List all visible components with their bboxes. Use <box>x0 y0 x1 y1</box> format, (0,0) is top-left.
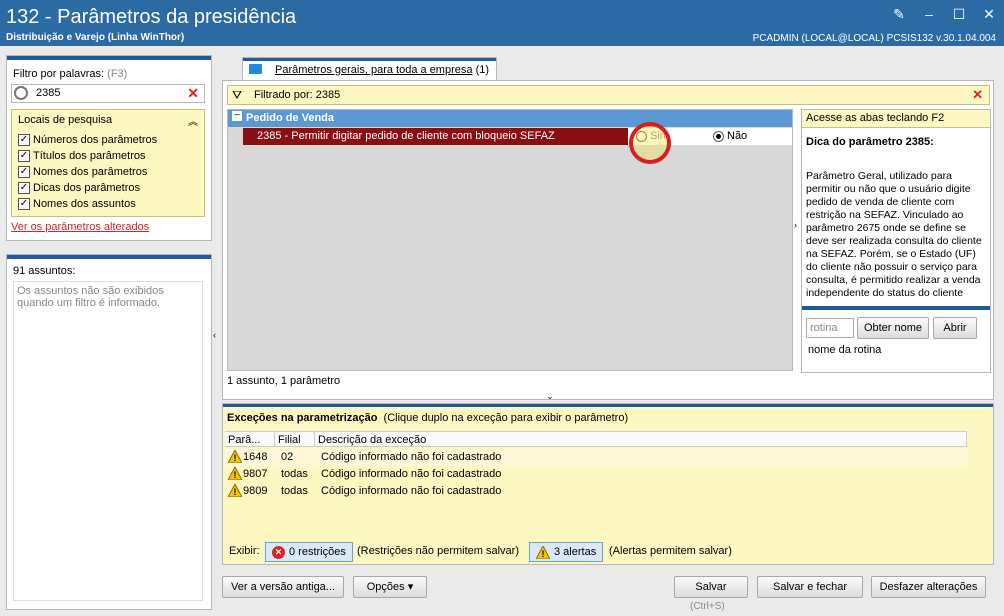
vertical-splitter[interactable]: ‹ <box>213 296 221 418</box>
collapse-icon[interactable]: − <box>232 111 242 121</box>
tip-panel: Acesse as abas teclando F2 Dica do parâm… <box>794 109 991 373</box>
expand-right-icon[interactable]: › <box>794 220 797 230</box>
rotina-name: nome da rotina <box>808 344 882 356</box>
subjects-panel: 91 assuntos: Os assuntos não são exibido… <box>6 254 212 610</box>
svg-text:!: ! <box>234 453 237 463</box>
tab-count: (1) <box>475 64 490 76</box>
exceptions-hint: (Clique duplo na exceção para exibir o p… <box>383 412 629 424</box>
checkbox-names[interactable]: ✓ Nomes dos parâmetros <box>18 166 147 178</box>
filter-label: Filtro por palavras: <box>13 68 105 80</box>
filter-text: Filtrado por: 2385 <box>254 89 341 101</box>
exceptions-title: Exceções na parametrização <box>227 412 378 424</box>
search-icon <box>14 86 28 100</box>
minimize-icon[interactable]: – <box>922 6 936 23</box>
tip-text: Parâmetro Geral, utilizado para permitir… <box>806 170 982 299</box>
clear-icon[interactable]: ✕ <box>187 85 199 102</box>
params-grid: − Pedido de Venda 2385 - Permitir digita… <box>227 109 793 371</box>
col-param[interactable]: Parâ... <box>225 431 275 447</box>
svg-text:!: ! <box>234 487 237 497</box>
title-bar: 132 - Parâmetros da presidência Distribu… <box>0 0 1004 46</box>
window-subtitle: Distribuição e Varejo (Linha WinThor) <box>6 32 185 43</box>
table-row[interactable]: ! 9809 todas Código informado não foi ca… <box>225 483 967 500</box>
user-info: PCADMIN (LOCAL@LOCAL) PCSIS132 v.30.1.04… <box>752 33 996 44</box>
svg-text:!: ! <box>542 549 545 559</box>
funnel-icon: ⛛ <box>232 88 243 102</box>
check-icon: ✓ <box>18 182 30 194</box>
group-header[interactable]: − Pedido de Venda <box>228 110 792 127</box>
group-title: Pedido de Venda <box>246 112 335 124</box>
checkbox-titles[interactable]: ✓ Títulos dos parâmetros <box>18 150 146 162</box>
search-input[interactable]: 2385 ✕ <box>11 84 205 103</box>
tab-label: Parâmetros gerais, para toda a empresa <box>275 64 473 76</box>
window-controls: ✎ – ☐ ✕ <box>892 6 996 23</box>
folder-icon <box>249 64 262 74</box>
restrictions-toggle[interactable]: ✕ 0 restrições <box>265 542 353 562</box>
param-title: 2385 - Permitir digitar pedido de client… <box>257 130 555 142</box>
param-row[interactable]: 2385 - Permitir digitar pedido de client… <box>243 128 792 145</box>
undo-button[interactable]: Desfazer alterações <box>871 576 986 598</box>
collapse-icon[interactable]: ︽ <box>188 113 198 128</box>
save-shortcut: (Ctrl+S) <box>690 601 725 612</box>
old-version-button[interactable]: Ver a versão antiga... <box>222 576 344 598</box>
edit-icon[interactable]: ✎ <box>892 6 906 23</box>
filter-panel: Filtro por palavras: (F3) 2385 ✕ Locais … <box>6 55 212 241</box>
options-button[interactable]: Opções ▾ <box>353 576 427 598</box>
collapse-left-icon[interactable]: ‹ <box>213 330 216 340</box>
check-icon: ✓ <box>18 166 30 178</box>
save-close-button[interactable]: Salvar e fechar <box>757 576 863 598</box>
check-icon: ✓ <box>18 150 30 162</box>
get-name-button[interactable]: Obter nome <box>857 317 929 339</box>
restrictions-note: (Restrições não permitem salvar) <box>357 545 519 557</box>
warning-icon: ! <box>228 467 242 480</box>
alerts-note: (Alertas permitem salvar) <box>609 545 732 557</box>
maximize-icon[interactable]: ☐ <box>952 6 966 23</box>
params-main: ⛛ Filtrado por: 2385 ✕ − Pedido de Venda… <box>222 80 994 400</box>
checkbox-subjects[interactable]: ✓ Nomes dos assuntos <box>18 198 136 210</box>
tab-general-params[interactable]: Parâmetros gerais, para toda a empresa (… <box>242 57 497 80</box>
checkbox-tips[interactable]: ✓ Dicas dos parâmetros <box>18 182 140 194</box>
subjects-count: 91 assuntos: <box>13 265 76 277</box>
show-label: Exibir: <box>229 545 260 557</box>
filter-shortcut: (F3) <box>107 68 128 80</box>
rotina-input[interactable]: rotina <box>806 318 854 338</box>
alerts-toggle[interactable]: ! 3 alertas <box>529 542 604 562</box>
svg-text:!: ! <box>234 470 237 480</box>
shortcut-hint: Acesse as abas teclando F2 <box>802 110 990 128</box>
warning-icon: ! <box>228 450 242 463</box>
radio-no[interactable]: Não <box>713 130 747 142</box>
warning-icon: ! <box>536 545 550 559</box>
changed-params-link[interactable]: Ver os parâmetros alterados <box>11 221 149 233</box>
warning-icon: ! <box>228 484 242 497</box>
subjects-info: Os assuntos não são exibidos quando um f… <box>13 281 203 601</box>
open-button[interactable]: Abrir <box>933 317 977 339</box>
tip-title: Dica do parâmetro 2385: <box>806 136 934 148</box>
search-scope-title: Locais de pesquisa <box>18 114 113 126</box>
exceptions-panel: Exceções na parametrização (Clique duplo… <box>222 403 994 565</box>
table-row[interactable]: ! 9807 todas Código informado não foi ca… <box>225 466 967 483</box>
radio-selected-icon <box>713 130 724 142</box>
grid-status: 1 assunto, 1 parâmetro <box>227 375 341 387</box>
close-icon[interactable]: ✕ <box>982 6 996 23</box>
clear-filter-icon[interactable]: ✕ <box>972 87 983 103</box>
chevron-down-icon[interactable]: ⌄ <box>490 392 610 401</box>
highlight-circle <box>629 122 671 164</box>
error-icon: ✕ <box>272 545 285 559</box>
chevron-down-icon: ▾ <box>407 581 414 593</box>
check-icon: ✓ <box>18 134 30 146</box>
check-icon: ✓ <box>18 198 30 210</box>
col-desc[interactable]: Descrição da exceção <box>315 431 967 447</box>
table-row[interactable]: ! 1648 02 Código informado não foi cadas… <box>225 449 967 466</box>
search-value: 2385 <box>36 87 61 99</box>
save-button[interactable]: Salvar <box>674 576 748 598</box>
window-title: 132 - Parâmetros da presidência <box>6 6 297 28</box>
search-scope-box: Locais de pesquisa ︽ ✓ Números dos parâme… <box>11 109 205 217</box>
checkbox-numbers[interactable]: ✓ Números dos parâmetros <box>18 134 157 146</box>
col-filial[interactable]: Filial <box>275 431 315 447</box>
filter-bar: ⛛ Filtrado por: 2385 ✕ <box>227 85 990 105</box>
